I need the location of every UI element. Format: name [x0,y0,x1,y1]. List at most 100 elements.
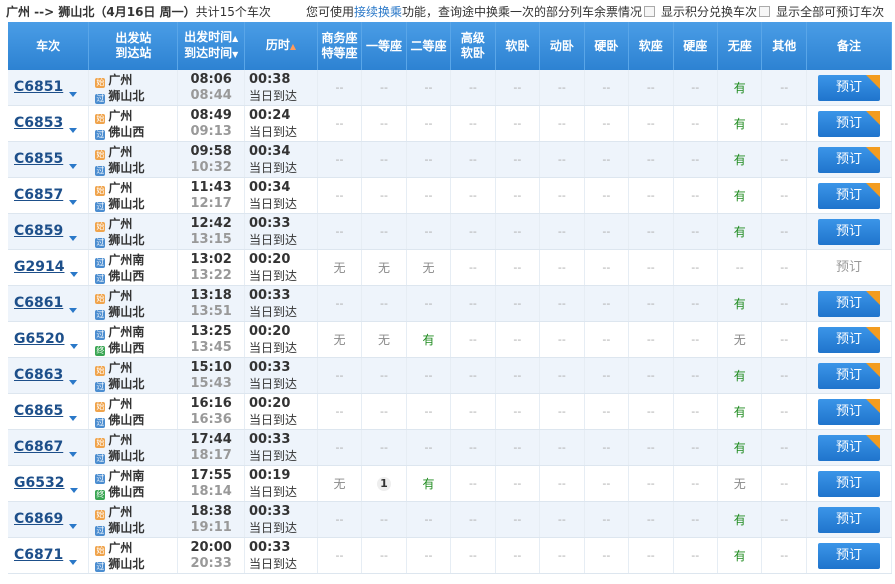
from-station[interactable]: 广州 [108,397,132,411]
from-station[interactable]: 广州 [108,361,132,375]
seat-availability: 有 [422,477,435,491]
to-station[interactable]: 狮山北 [108,233,144,247]
chevron-down-icon[interactable] [69,235,78,241]
col-duration[interactable]: 历时▲ [244,22,318,70]
seat-cell[interactable]: 有 [717,70,763,106]
seat-cell[interactable]: 1 [361,465,407,502]
seat-cell[interactable]: 有 [717,393,763,430]
book-button[interactable]: 预订 [817,326,880,353]
chevron-down-icon[interactable] [69,91,78,97]
book-button[interactable]: 预订 [817,146,880,173]
train-number-link[interactable]: C6857 [14,187,63,203]
to-station[interactable]: 狮山北 [108,521,144,535]
seat-cell[interactable]: 有 [406,465,452,502]
seat-cell: -- [495,105,541,142]
to-station[interactable]: 狮山北 [108,449,144,463]
train-number-link[interactable]: G6532 [14,475,64,491]
train-number-link[interactable]: C6861 [14,295,63,311]
book-button[interactable]: 预订 [817,110,880,137]
train-number-link[interactable]: C6865 [14,403,63,419]
seat-availability: -- [380,441,388,454]
to-station[interactable]: 狮山北 [108,377,144,391]
seat-availability: -- [513,549,522,562]
chevron-down-icon[interactable] [69,451,78,457]
chevron-down-icon[interactable] [69,415,78,421]
chevron-down-icon[interactable] [69,523,78,529]
seat-cell[interactable]: 有 [717,357,763,394]
seat-cell[interactable]: 有 [717,213,763,250]
train-number-link[interactable]: C6863 [14,367,63,383]
from-station[interactable]: 广州 [108,181,132,195]
seat-cell[interactable]: 有 [717,429,763,466]
from-station[interactable]: 广州 [108,289,132,303]
train-number-link[interactable]: C6853 [14,115,63,131]
from-station[interactable]: 广州 [108,433,132,447]
to-station[interactable]: 佛山西 [108,341,144,355]
points-trains-checkbox[interactable] [644,6,656,17]
chevron-down-icon[interactable] [69,379,78,385]
chevron-down-icon[interactable] [69,559,78,565]
from-station[interactable]: 广州 [108,109,132,123]
to-station[interactable]: 佛山西 [108,413,144,427]
seat-availability: -- [513,81,522,94]
from-station[interactable]: 广州南 [108,253,144,267]
book-button[interactable]: 预订 [817,470,880,497]
to-station[interactable]: 狮山北 [108,305,144,319]
book-button[interactable]: 预订 [817,542,880,569]
train-number-link[interactable]: G6520 [14,331,64,347]
to-station[interactable]: 狮山北 [108,557,144,571]
chevron-down-icon[interactable] [69,127,78,133]
train-number-link[interactable]: C6869 [14,511,63,527]
from-station[interactable]: 广州南 [108,469,144,483]
seat-cell[interactable]: 有 [717,177,763,214]
book-button[interactable]: 预订 [817,506,880,533]
sort-down-icon[interactable]: ▼ [232,50,238,59]
chevron-down-icon[interactable] [70,271,79,277]
to-station[interactable]: 狮山北 [108,89,144,103]
from-station[interactable]: 广州南 [108,325,144,339]
from-station[interactable]: 广州 [108,541,132,555]
to-station[interactable]: 狮山北 [108,161,144,175]
train-number-link[interactable]: C6855 [14,151,63,167]
seat-cell[interactable]: 有 [717,285,763,322]
seat-cell[interactable]: 有 [717,105,763,142]
train-number-link[interactable]: C6867 [14,439,63,455]
train-number-link[interactable]: C6859 [14,223,63,239]
train-number-link[interactable]: C6871 [14,547,63,563]
from-station[interactable]: 广州 [108,73,132,87]
book-button[interactable]: 预订 [817,182,880,209]
to-station[interactable]: 狮山北 [108,197,144,211]
seat-cell[interactable]: 有 [717,537,763,574]
to-station[interactable]: 佛山西 [108,485,144,499]
seat-cell[interactable]: 有 [406,321,452,358]
book-button[interactable]: 预订 [817,290,880,317]
book-button[interactable]: 预订 [817,398,880,425]
depart-time: 13:25 [190,323,232,339]
seat-cell[interactable]: 有 [717,501,763,538]
from-station[interactable]: 广州 [108,217,132,231]
chevron-down-icon[interactable] [69,307,78,313]
book-button[interactable]: 预订 [817,218,880,245]
transfer-link[interactable]: 接续换乘 [354,5,402,19]
to-station[interactable]: 佛山西 [108,269,144,283]
seat-cell[interactable]: 有 [717,141,763,178]
from-station[interactable]: 广州 [108,145,132,159]
book-button[interactable]: 预订 [817,362,880,389]
to-station[interactable]: 佛山西 [108,125,144,139]
book-button[interactable]: 预订 [817,434,880,461]
chevron-down-icon[interactable] [70,343,79,349]
chevron-down-icon[interactable] [69,199,78,205]
train-number-link[interactable]: C6851 [14,79,63,95]
from-station[interactable]: 广州 [108,505,132,519]
seat-cell: -- [406,70,452,106]
chevron-down-icon[interactable] [70,487,79,493]
seat-cell: -- [673,70,719,106]
train-number-link[interactable]: G2914 [14,259,64,275]
book-button[interactable]: 预订 [817,74,880,101]
col-time[interactable]: 出发时间▲ 到达时间▼ [177,22,246,70]
book-button: 预订 [818,255,880,281]
chevron-down-icon[interactable] [69,163,78,169]
seat-cell: -- [584,213,630,250]
all-bookable-checkbox[interactable] [759,6,771,17]
sort-up-icon[interactable]: ▲ [232,34,238,43]
